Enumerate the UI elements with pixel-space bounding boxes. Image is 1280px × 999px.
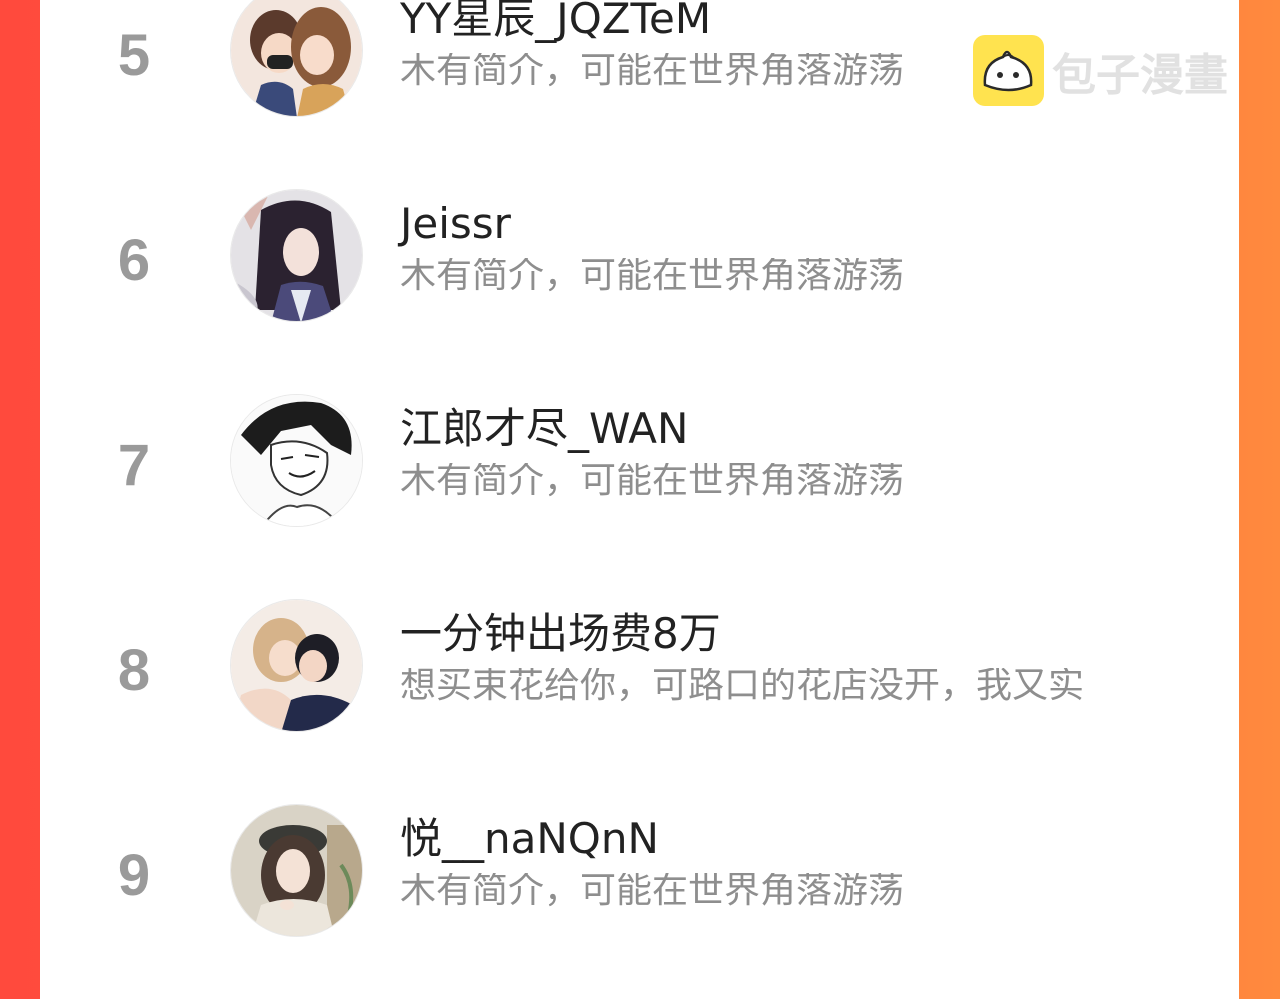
avatar[interactable] — [230, 0, 363, 117]
watermark: 包子漫畫 — [973, 35, 1228, 106]
user-bio: 木有简介，可能在世界角落游荡 — [400, 873, 905, 909]
user-bio: 木有简介，可能在世界角落游荡 — [400, 463, 905, 499]
baozi-logo-icon — [973, 35, 1044, 106]
user-name[interactable]: 江郎才尽_WAN — [400, 408, 688, 450]
rank-number: 9 — [117, 843, 151, 908]
list-item[interactable]: 7 江郎才尽_WAN 木有简介，可能在世界角落游荡 — [40, 390, 1239, 570]
avatar[interactable] — [230, 189, 363, 322]
user-name[interactable]: 一分钟出场费8万 — [400, 613, 721, 655]
rank-number: 5 — [117, 23, 151, 88]
list-item[interactable]: 6 Jeissr 木有简介，可能在世界角落游荡 — [40, 185, 1239, 365]
rank-number: 7 — [117, 433, 151, 498]
rank-number: 8 — [117, 638, 151, 703]
user-name[interactable]: 悦__naNQnN — [400, 818, 659, 860]
list-item[interactable]: 8 一分钟出场费8万 想买束花给你，可路口的花店没开，我又实 — [40, 595, 1239, 775]
user-bio: 想买束花给你，可路口的花店没开，我又实 — [400, 668, 1085, 704]
watermark-text: 包子漫畫 — [1052, 49, 1228, 101]
user-bio: 木有简介，可能在世界角落游荡 — [400, 53, 905, 89]
avatar[interactable] — [230, 599, 363, 732]
user-name[interactable]: YY星辰_JQZTeM — [400, 0, 711, 40]
user-name[interactable]: Jeissr — [400, 203, 511, 245]
list-item[interactable]: 9 悦__naNQnN 木有简介，可能在世界角落游荡 — [40, 800, 1239, 980]
avatar[interactable] — [230, 804, 363, 937]
user-bio: 木有简介，可能在世界角落游荡 — [400, 258, 905, 294]
avatar[interactable] — [230, 394, 363, 527]
ranking-panel: 5 YY星辰_JQZTeM 木有简介，可能在世界角落游荡 6 Jeissr 木有… — [40, 0, 1239, 999]
rank-number: 6 — [117, 228, 151, 293]
